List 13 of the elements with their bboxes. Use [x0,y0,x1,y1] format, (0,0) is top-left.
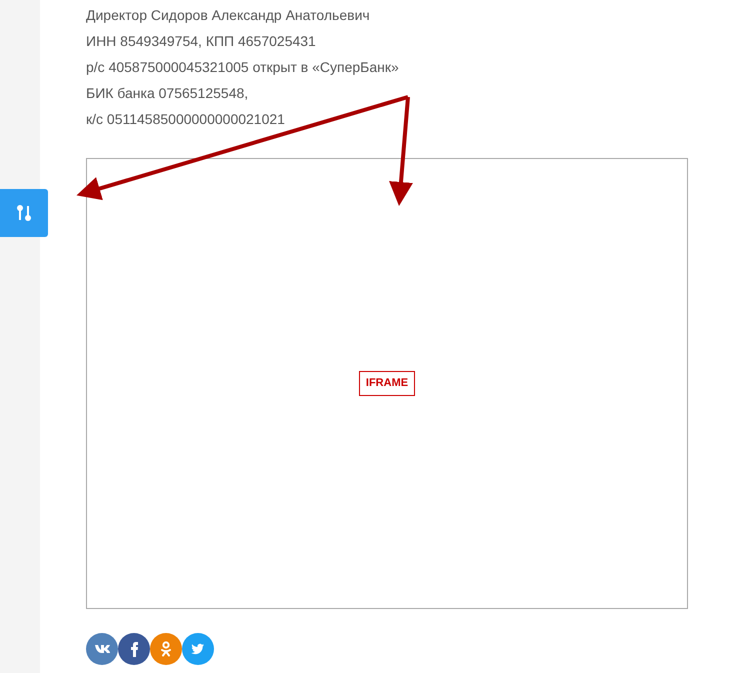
details-line: р/с 405875000045321005 открыт в «СуперБанк» [86,58,400,77]
share-button[interactable] [86,633,118,665]
details-line: БИК банка 07565125548, [86,84,250,103]
letter-f-icon [130,642,138,656]
settings-tab-button[interactable] [0,189,48,237]
details-line: ИНН 8549349754, КПП 4657025431 [86,32,317,51]
settings-icon [16,204,32,222]
details-line: к/с 05114585000000000021021 [86,110,286,129]
iframe-label: IFRAME [358,371,416,396]
share-button[interactable] [118,633,150,665]
share-button[interactable] [182,633,214,665]
vk-icon [94,645,110,653]
details-line: Директор Сидоров Александр Анатольевич [86,6,371,25]
